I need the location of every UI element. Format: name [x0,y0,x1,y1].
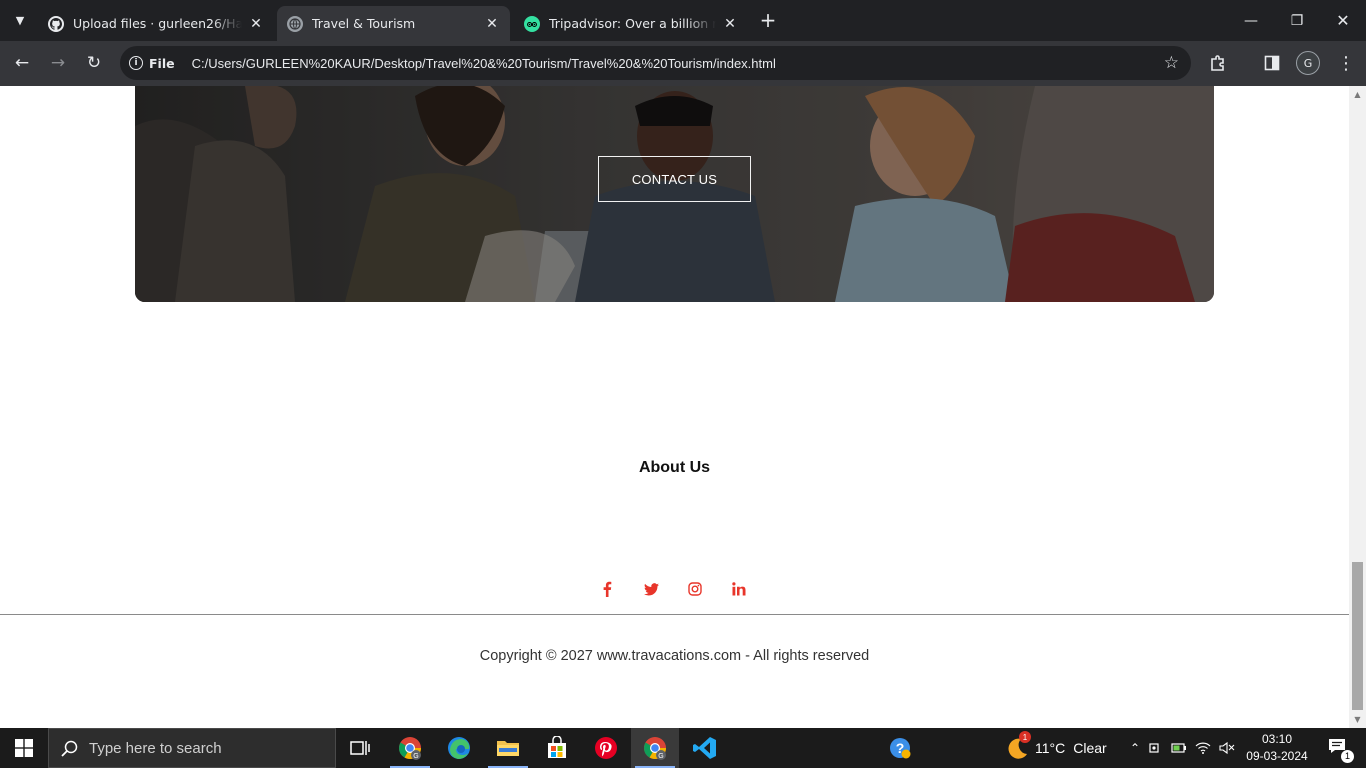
speaker-muted-icon[interactable] [1215,741,1239,755]
weather-badge: 1 [1019,731,1031,743]
twitter-icon[interactable] [640,578,662,600]
clock-date: 09-03-2024 [1246,749,1308,763]
tab-title: Tripadvisor: Over a billion reviews [549,16,716,31]
restore-icon[interactable]: ❐ [1274,0,1320,41]
scroll-up-arrow-icon[interactable]: ▲ [1353,90,1362,99]
edge-browser-icon[interactable] [435,728,483,768]
globe-icon [287,15,303,32]
system-clock[interactable]: 03:10 09-03-2024 [1244,731,1310,765]
clock-time: 03:10 [1261,732,1293,746]
footer-divider [0,614,1349,615]
notification-center-icon[interactable]: 1 [1322,728,1354,768]
notification-count: 1 [1341,749,1354,763]
tab-tripadvisor[interactable]: Tripadvisor: Over a billion reviews ✕ [514,6,748,41]
tab-upload-files[interactable]: Upload files · gurleen26/Hackathon ✕ [38,6,274,41]
browser-menu-icon[interactable]: ⋮ [1334,51,1358,75]
file-explorer-icon[interactable] [484,728,532,768]
close-window-icon[interactable]: ✕ [1320,0,1366,41]
copyright-text: Copyright © 2027 www.travacations.com - … [479,648,870,664]
tab-search-chevron-icon[interactable]: ▼ [8,10,32,30]
battery-icon[interactable] [1167,742,1191,754]
tripadvisor-icon [524,15,540,32]
extensions-puzzle-icon[interactable] [1206,51,1230,75]
task-view-icon[interactable] [336,728,384,768]
meet-now-icon[interactable] [1143,741,1167,755]
moon-weather-icon: 1 [1003,731,1031,761]
vscode-icon[interactable] [681,728,729,768]
site-info-chip[interactable]: i File [129,56,175,71]
chrome-active-window-icon[interactable]: G [631,728,679,768]
new-tab-button[interactable]: + [757,8,779,32]
contact-hero-banner: CONTACT US [135,86,1214,302]
back-arrow-icon[interactable]: ← [10,51,34,75]
page-scrollbar[interactable]: ▲ ▼ [1349,86,1366,728]
about-us-heading: About Us [638,459,711,476]
browser-toolbar: ← → ↻ i File C:/Users/GURLEEN%20KAUR/Des… [0,41,1366,86]
close-tab-icon[interactable]: ✕ [484,16,500,32]
facebook-icon[interactable] [596,578,618,600]
microsoft-store-icon[interactable] [533,728,581,768]
address-bar[interactable]: i File C:/Users/GURLEEN%20KAUR/Desktop/T… [120,46,1191,80]
forward-arrow-icon[interactable]: → [46,51,70,75]
tab-title: Travel & Tourism [312,16,416,31]
help-icon[interactable]: ? [876,728,924,768]
browser-tab-bar: ▼ Upload files · gurleen26/Hackathon ✕ T… [0,0,1366,41]
chevron-up-icon[interactable]: ⌃ [1127,741,1143,755]
svg-text:G: G [658,753,663,760]
pinterest-icon[interactable] [582,728,630,768]
system-tray: ⌃ [1127,728,1239,768]
close-tab-icon[interactable]: ✕ [248,16,264,32]
svg-text:G: G [413,753,418,760]
linkedin-icon[interactable] [728,578,750,600]
minimize-icon[interactable]: — [1228,0,1274,41]
chrome-profile-icon[interactable]: G [386,728,434,768]
windows-logo-icon [15,739,33,757]
tab-title: Upload files · gurleen26/Hackathon [73,16,242,31]
url-text[interactable]: C:/Users/GURLEEN%20KAUR/Desktop/Travel%2… [192,56,776,71]
tab-travel-tourism[interactable]: Travel & Tourism ✕ [277,6,510,41]
close-tab-icon[interactable]: ✕ [722,16,738,32]
scrollbar-thumb[interactable] [1352,562,1363,710]
windows-start-button[interactable] [0,728,48,768]
windows-taskbar: Type here to search G G ? 1 11°C Clear ⌃ [0,728,1366,768]
weather-condition: Clear [1073,740,1107,756]
scroll-down-arrow-icon[interactable]: ▼ [1353,715,1362,724]
side-panel-icon[interactable] [1260,51,1284,75]
github-icon [48,15,64,32]
instagram-icon[interactable] [684,578,706,600]
contact-us-button[interactable]: CONTACT US [598,156,751,202]
info-icon: i [129,56,143,70]
reload-icon[interactable]: ↻ [82,51,106,75]
search-icon [49,740,89,757]
social-links [596,578,772,600]
page-viewport: CONTACT US About Us Copyright © 2027 www… [0,86,1366,728]
site-info-label: File [149,55,175,71]
wifi-icon[interactable] [1191,741,1215,755]
bookmark-star-icon[interactable]: ☆ [1164,53,1179,73]
profile-avatar[interactable]: G [1296,51,1320,75]
search-placeholder: Type here to search [89,739,222,757]
weather-widget[interactable]: 1 11°C Clear [1003,728,1107,768]
weather-temperature: 11°C [1035,740,1066,756]
taskbar-search-box[interactable]: Type here to search [48,728,336,768]
